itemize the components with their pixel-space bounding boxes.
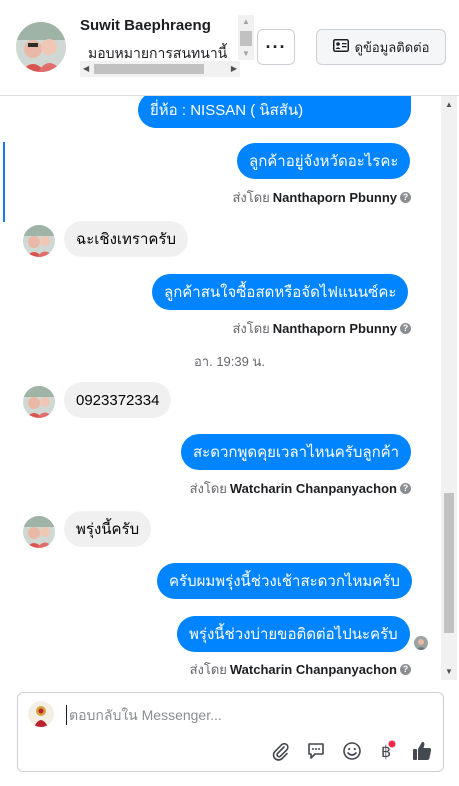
sent-by-agent-name[interactable]: Nanthaporn Pbunny [273,190,397,205]
contact-avatar-small[interactable] [23,225,55,257]
sent-by-agent-name[interactable]: Watcharin Chanpanyachon [230,481,397,496]
contact-info-label: ดูข้อมูลติดต่อ [354,39,430,55]
reply-input[interactable] [66,705,429,725]
help-icon[interactable]: ? [400,192,411,203]
chat-header: Suwit Baephraeng มอบหมายการสนทนานี้ ▲ ▼ … [0,0,459,96]
sent-by-label: ส่งโดย Nanthaporn Pbunny ? [232,187,411,208]
message-bubble-incoming[interactable]: ฉะเชิงเทราครับ [64,221,189,257]
sent-by-label: ส่งโดย Nanthaporn Pbunny ? [232,318,411,339]
view-contact-info-button[interactable]: ดูข้อมูลติดต่อ [316,29,446,65]
attach-icon[interactable] [269,740,291,762]
message-bubble-outgoing[interactable]: ลูกค้าอยู่จังหวัดอะไรคะ [237,143,411,179]
message-bubble-outgoing[interactable]: พรุ่งนี้ช่วงบ่ายขอติดต่อไปนะครับ [177,616,410,652]
contact-avatar[interactable] [16,22,66,72]
scroll-up-arrow[interactable]: ▲ [445,100,453,109]
assign-scrollbar-vertical[interactable]: ▲ ▼ [238,15,254,60]
seen-avatar [414,636,428,650]
help-icon[interactable]: ? [400,664,411,675]
help-icon[interactable]: ? [400,323,411,334]
contact-name[interactable]: Suwit Baephraeng [80,17,211,34]
sent-by-agent-name[interactable]: Nanthaporn Pbunny [273,321,397,336]
page-avatar [28,701,54,727]
message-bubble-outgoing[interactable]: ยี่ห้อ : NISSAN ( นิสสัน) [138,96,411,128]
contact-avatar-small[interactable] [23,516,55,548]
timestamp-divider: อา. 19:39 น. [194,354,265,369]
message-thread[interactable]: ยี่ห้อ : NISSAN ( นิสสัน) ลูกค้าอยู่จังห… [0,96,459,680]
thumbs-up-icon[interactable] [411,740,433,762]
more-options-button[interactable]: ··· [257,29,295,65]
sent-by-label: ส่งโดย Watcharin Chanpanyachon ? [190,478,411,499]
scroll-down-arrow[interactable]: ▼ [445,667,453,676]
sent-by-agent-name[interactable]: Watcharin Chanpanyachon [230,662,397,677]
assign-scrollbar-horizontal[interactable]: ◀ ▶ [80,61,240,77]
message-bubble-incoming[interactable]: 0923372334 [64,382,172,418]
scroll-thumb[interactable] [444,493,454,633]
contact-card-icon [332,39,349,55]
message-bubble-outgoing[interactable]: ครับผมพรุ่งนี้ช่วงเช้าสะดวกไหมครับ [157,563,412,599]
saved-replies-icon[interactable] [305,740,327,762]
message-bubble-outgoing[interactable]: ลูกค้าสนใจซื้อสดหรือจัดไฟแนนซ์คะ [152,274,409,310]
message-bubble-outgoing[interactable]: สะดวกพูดคุยเวลาไหนครับลูกค้า [181,434,412,470]
reply-composer: ฿ [17,692,444,772]
message-bubble-incoming[interactable]: พรุ่งนี้ครับ [64,511,152,547]
emoji-icon[interactable] [341,740,363,762]
baht-payment-icon[interactable]: ฿ [375,740,397,762]
help-icon[interactable]: ? [400,483,411,494]
contact-avatar-small[interactable] [23,386,55,418]
thread-scrollbar[interactable]: ▲ ▼ [441,96,457,680]
more-icon: ··· [265,36,287,57]
sent-by-label: ส่งโดย Watcharin Chanpanyachon ? [190,659,411,680]
